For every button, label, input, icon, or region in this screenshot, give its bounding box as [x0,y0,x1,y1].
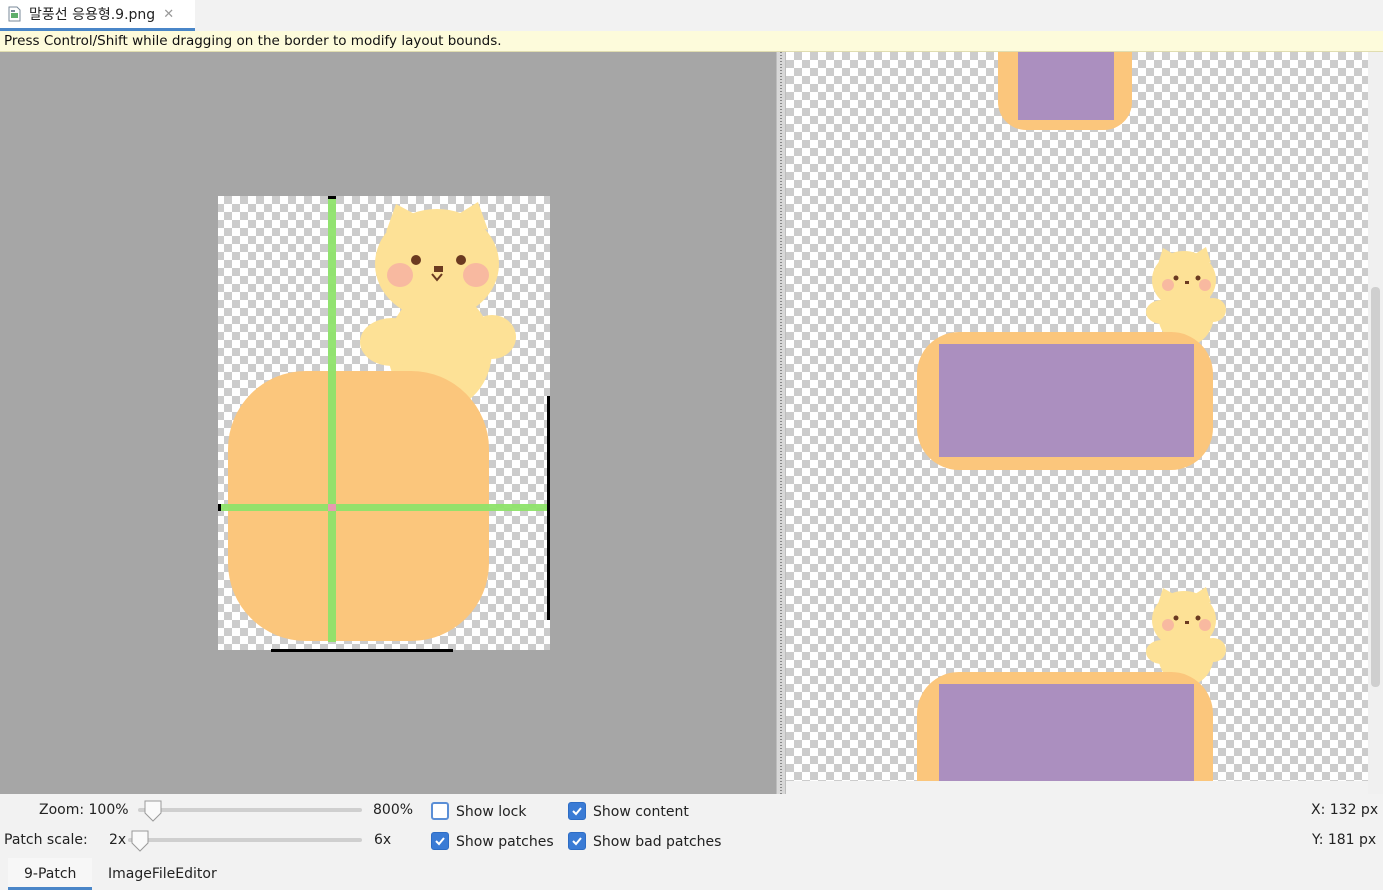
vertical-stretch-guide[interactable] [328,196,336,642]
show-patches-checkbox[interactable] [431,832,449,850]
patch-scale-max-label: 6x [374,832,392,848]
image-file-icon [8,6,21,22]
patch-scale-slider-thumb[interactable] [130,830,150,852]
horizontal-stretch-guide[interactable] [220,504,548,511]
nine-patch-editor-canvas[interactable] [0,52,776,794]
file-tab-name: 말풍선 응용형.9.png [29,7,156,23]
editor-tab-bar: 말풍선 응용형.9.png ✕ [0,0,1383,31]
patch-scale-min-label: 2x [109,832,127,848]
tab-9-patch[interactable]: 9-Patch [8,858,93,890]
zoom-max-label: 800% [373,802,414,818]
zoom-slider-thumb[interactable] [143,800,163,822]
checkmark-icon [435,837,445,846]
hint-bar: Press Control/Shift while dragging on th… [0,31,1383,52]
patch-scale-slider[interactable] [128,828,362,852]
preview-horizontal-stretch [917,247,1226,470]
pane-splitter[interactable] [776,52,786,794]
zoom-slider[interactable] [138,798,362,822]
show-bad-patches-checkbox[interactable] [568,832,586,850]
close-icon[interactable]: ✕ [163,7,174,22]
file-tab[interactable]: 말풍선 응용형.9.png ✕ [0,0,195,31]
zoom-label: Zoom: 100% [39,802,129,818]
show-content-checkbox[interactable] [568,802,586,820]
checkmark-icon [572,837,582,846]
editor-mode-tabs: 9-Patch ImageFileEditor [0,858,1383,890]
checkmark-icon [572,807,582,816]
nine-patch-controls: Zoom: 100% 800% Patch scale: 2x 6x Show … [0,794,1383,858]
show-bad-patches-label[interactable]: Show bad patches [593,834,721,850]
preview-both-stretch [917,587,1226,781]
tab-image-file-editor[interactable]: ImageFileEditor [92,858,233,890]
show-lock-checkbox[interactable] [431,802,449,820]
preview-scrollbar[interactable] [1368,52,1383,794]
show-patches-label[interactable]: Show patches [456,834,554,850]
content-padding-marker-right[interactable] [547,396,550,620]
x-coordinate-readout: X: 132 px [1311,802,1379,818]
show-lock-label[interactable]: Show lock [456,804,527,820]
patch-scale-label: Patch scale: [4,832,88,848]
stretch-preview [917,52,1226,781]
scrollbar-thumb[interactable] [1371,287,1380,687]
y-coordinate-readout: Y: 181 px [1312,832,1377,848]
show-content-label[interactable]: Show content [593,804,689,820]
nine-patch-image[interactable] [0,52,776,794]
stretch-preview-pane [786,52,1368,781]
content-padding-marker-bottom[interactable] [271,649,453,652]
preview-vertical-stretch [998,52,1132,130]
